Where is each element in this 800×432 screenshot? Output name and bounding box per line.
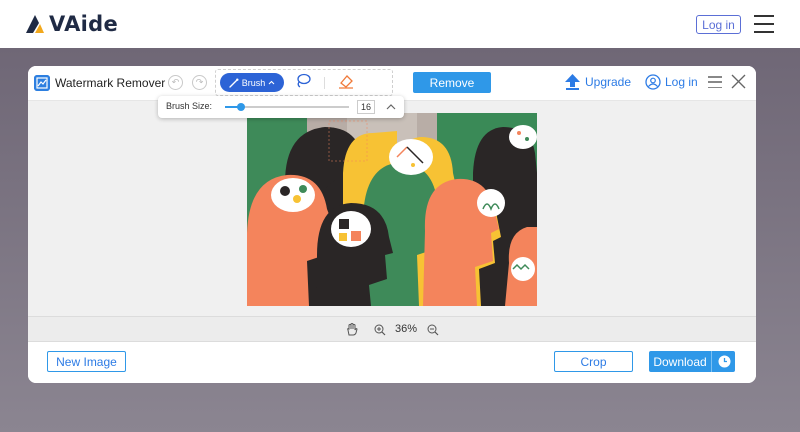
download-separator (711, 351, 712, 372)
brush-icon (229, 78, 239, 88)
upgrade-label: Upgrade (585, 75, 632, 89)
brush-size-label: Brush Size: (166, 101, 213, 111)
brush-size-slider[interactable] (225, 103, 349, 111)
modal-title: Watermark Remover (55, 76, 166, 90)
hand-icon[interactable] (346, 323, 358, 336)
new-image-button[interactable]: New Image (47, 351, 126, 372)
logo-mark-icon (26, 15, 44, 33)
eraser-icon[interactable] (338, 72, 354, 90)
brush-size-popover: Brush Size: 16 (158, 96, 404, 118)
modal-toolbar: Watermark Remover ↶ ↷ Brush Remove Upgra… (28, 66, 756, 100)
upgrade-button[interactable]: Upgrade (565, 74, 631, 90)
site-menu-icon[interactable] (754, 15, 774, 33)
brush-size-value[interactable]: 16 (357, 100, 375, 114)
zoom-level: 36% (395, 323, 418, 335)
modal-login-button[interactable]: Log in (645, 74, 698, 90)
site-logo[interactable]: VAide (26, 12, 118, 36)
edited-image[interactable] (247, 113, 537, 306)
bottom-action-bar: New Image Crop Download (28, 342, 756, 383)
remove-button[interactable]: Remove (413, 72, 491, 93)
chevron-up-icon (268, 80, 275, 85)
lasso-icon[interactable] (294, 72, 312, 90)
site-header: VAide Log in (0, 0, 800, 48)
site-login-button[interactable]: Log in (696, 15, 741, 34)
brand-name: VAide (49, 12, 119, 36)
crop-button[interactable]: Crop (554, 351, 633, 372)
close-icon[interactable] (731, 74, 746, 89)
zoom-in-icon[interactable] (374, 324, 386, 336)
clock-icon[interactable] (718, 355, 731, 368)
image-edit-icon (34, 75, 50, 91)
download-button[interactable]: Download (649, 351, 735, 372)
brush-size-slider-thumb[interactable] (237, 103, 246, 111)
download-label: Download (653, 354, 707, 369)
hamburger-icon[interactable] (708, 76, 722, 88)
zoom-out-icon[interactable] (427, 324, 439, 336)
canvas-area[interactable] (28, 100, 756, 316)
modal-login-label: Log in (665, 75, 698, 89)
upload-arrow-icon (565, 74, 580, 90)
brush-label: Brush (241, 77, 266, 88)
undo-icon[interactable]: ↶ (168, 75, 183, 90)
user-icon (645, 74, 661, 90)
tool-separator (324, 77, 325, 89)
chevron-up-icon[interactable] (384, 100, 398, 114)
brush-tool-button[interactable]: Brush (220, 73, 284, 92)
redo-icon[interactable]: ↷ (192, 75, 207, 90)
zoom-bar: 36% (28, 316, 756, 342)
